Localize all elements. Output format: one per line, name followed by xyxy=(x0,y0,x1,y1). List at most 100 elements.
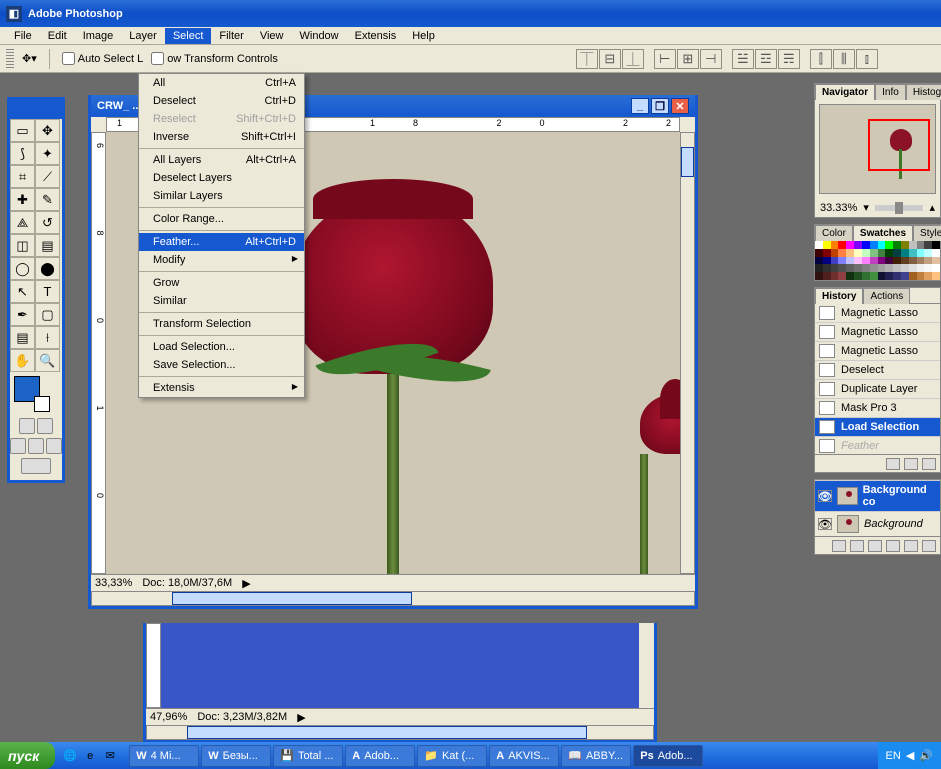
swatch[interactable] xyxy=(932,272,940,280)
dist-left-icon[interactable]: ⫿ xyxy=(810,49,832,69)
blur-tool-icon[interactable]: ◯ xyxy=(10,257,35,280)
swatch[interactable] xyxy=(878,241,886,249)
menu-file[interactable]: File xyxy=(6,28,40,44)
history-item[interactable]: Load Selection xyxy=(815,418,940,437)
menu-help[interactable]: Help xyxy=(404,28,443,44)
swatch[interactable] xyxy=(815,241,823,249)
eraser-tool-icon[interactable]: ◫ xyxy=(10,234,35,257)
taskbar-task[interactable]: AAKVIS... xyxy=(489,745,559,767)
ql-desktop-icon[interactable]: 🌐 xyxy=(61,747,79,765)
history-item[interactable]: Duplicate Layer xyxy=(815,380,940,399)
menu-window[interactable]: Window xyxy=(292,28,347,44)
move-tool-preset-icon[interactable]: ✥▾ xyxy=(22,52,37,65)
auto-select-checkbox[interactable]: Auto Select L xyxy=(62,52,143,65)
visibility-icon[interactable]: 👁 xyxy=(818,490,832,502)
tray-arrow-icon[interactable]: ◀ xyxy=(906,749,914,762)
menu-item-modify[interactable]: Modify xyxy=(139,251,304,269)
swatch[interactable] xyxy=(854,264,862,272)
zoom-tool-icon[interactable]: 🔍 xyxy=(35,349,60,372)
zoom-level-2[interactable]: 47,96% xyxy=(150,711,187,723)
swatch[interactable] xyxy=(862,241,870,249)
taskbar-task[interactable]: W4 Mi... xyxy=(129,745,199,767)
vertical-scrollbar[interactable] xyxy=(680,132,695,574)
swatch[interactable] xyxy=(878,264,886,272)
swatch[interactable] xyxy=(893,272,901,280)
tab-actions[interactable]: Actions xyxy=(863,288,910,304)
move-tool-icon[interactable]: ✥ xyxy=(35,119,60,142)
swatch[interactable] xyxy=(917,272,925,280)
swatch[interactable] xyxy=(831,257,839,265)
swatch[interactable] xyxy=(862,257,870,265)
swatch[interactable] xyxy=(924,272,932,280)
slice-tool-icon[interactable]: ⟋ xyxy=(35,165,60,188)
tab-color[interactable]: Color xyxy=(815,225,853,241)
swatch[interactable] xyxy=(878,257,886,265)
swatch[interactable] xyxy=(893,257,901,265)
swatch[interactable] xyxy=(932,257,940,265)
swatch[interactable] xyxy=(838,241,846,249)
swatch[interactable] xyxy=(901,241,909,249)
horizontal-scrollbar-2[interactable] xyxy=(146,725,654,740)
align-right-icon[interactable]: ⊣ xyxy=(700,49,722,69)
swatch[interactable] xyxy=(815,249,823,257)
mode-standard-icon[interactable] xyxy=(19,418,35,434)
menu-item-all-layers[interactable]: All LayersAlt+Ctrl+A xyxy=(139,151,304,169)
taskbar-task[interactable]: PsAdob... xyxy=(633,745,703,767)
swatch[interactable] xyxy=(823,249,831,257)
history-item[interactable]: Mask Pro 3 xyxy=(815,399,940,418)
swatch[interactable] xyxy=(917,249,925,257)
menu-view[interactable]: View xyxy=(252,28,292,44)
tray-lang[interactable]: EN xyxy=(886,750,901,762)
trash-layer-icon[interactable] xyxy=(922,540,936,552)
menu-item-feather-[interactable]: Feather...Alt+Ctrl+D xyxy=(139,233,304,251)
swatch[interactable] xyxy=(838,264,846,272)
menu-item-load-selection-[interactable]: Load Selection... xyxy=(139,338,304,356)
tab-info[interactable]: Info xyxy=(875,84,906,100)
imageready-icon[interactable] xyxy=(21,458,51,474)
menu-item-save-selection-[interactable]: Save Selection... xyxy=(139,356,304,374)
swatch[interactable] xyxy=(831,241,839,249)
color-swatches[interactable] xyxy=(10,372,62,416)
swatch[interactable] xyxy=(893,264,901,272)
notes-tool-icon[interactable]: ▤ xyxy=(10,326,35,349)
layer-item[interactable]: 👁Background xyxy=(815,511,940,536)
crop-tool-icon[interactable]: ⌗ xyxy=(10,165,35,188)
history-item[interactable]: Magnetic Lasso xyxy=(815,342,940,361)
swatch[interactable] xyxy=(909,272,917,280)
swatch[interactable] xyxy=(909,264,917,272)
swatch[interactable] xyxy=(893,241,901,249)
swatch[interactable] xyxy=(885,249,893,257)
navigator-viewbox[interactable] xyxy=(868,119,930,171)
menu-select[interactable]: Select xyxy=(165,28,212,44)
swatch[interactable] xyxy=(909,249,917,257)
swatch[interactable] xyxy=(823,257,831,265)
swatch[interactable] xyxy=(823,264,831,272)
dodge-tool-icon[interactable]: ⬤ xyxy=(35,257,60,280)
align-left-icon[interactable]: ⊢ xyxy=(654,49,676,69)
gradient-tool-icon[interactable]: ▤ xyxy=(35,234,60,257)
swatch[interactable] xyxy=(924,241,932,249)
swatch[interactable] xyxy=(815,264,823,272)
new-layer-icon[interactable] xyxy=(904,540,918,552)
taskbar-task[interactable]: 💾Total ... xyxy=(273,745,343,767)
taskbar-task[interactable]: WБезы... xyxy=(201,745,271,767)
menu-item-grow[interactable]: Grow xyxy=(139,274,304,292)
swatch[interactable] xyxy=(846,241,854,249)
fx-icon[interactable] xyxy=(832,540,846,552)
swatch[interactable] xyxy=(846,272,854,280)
tab-history[interactable]: History xyxy=(815,288,863,304)
swatch[interactable] xyxy=(917,257,925,265)
swatch[interactable] xyxy=(924,264,932,272)
zoom-slider[interactable] xyxy=(875,205,924,211)
wand-tool-icon[interactable]: ✦ xyxy=(35,142,60,165)
adjust-icon[interactable] xyxy=(886,540,900,552)
dist-hmid-icon[interactable]: ⫼ xyxy=(833,49,855,69)
swatch[interactable] xyxy=(893,249,901,257)
tab-swatches[interactable]: Swatches xyxy=(853,225,913,241)
screen-full2-icon[interactable] xyxy=(46,438,62,454)
taskbar-task[interactable]: AAdob... xyxy=(345,745,415,767)
marquee-tool-icon[interactable]: ▭ xyxy=(10,119,35,142)
horizontal-scrollbar[interactable] xyxy=(91,591,695,606)
navigator-thumbnail[interactable] xyxy=(819,104,936,194)
menu-edit[interactable]: Edit xyxy=(40,28,75,44)
